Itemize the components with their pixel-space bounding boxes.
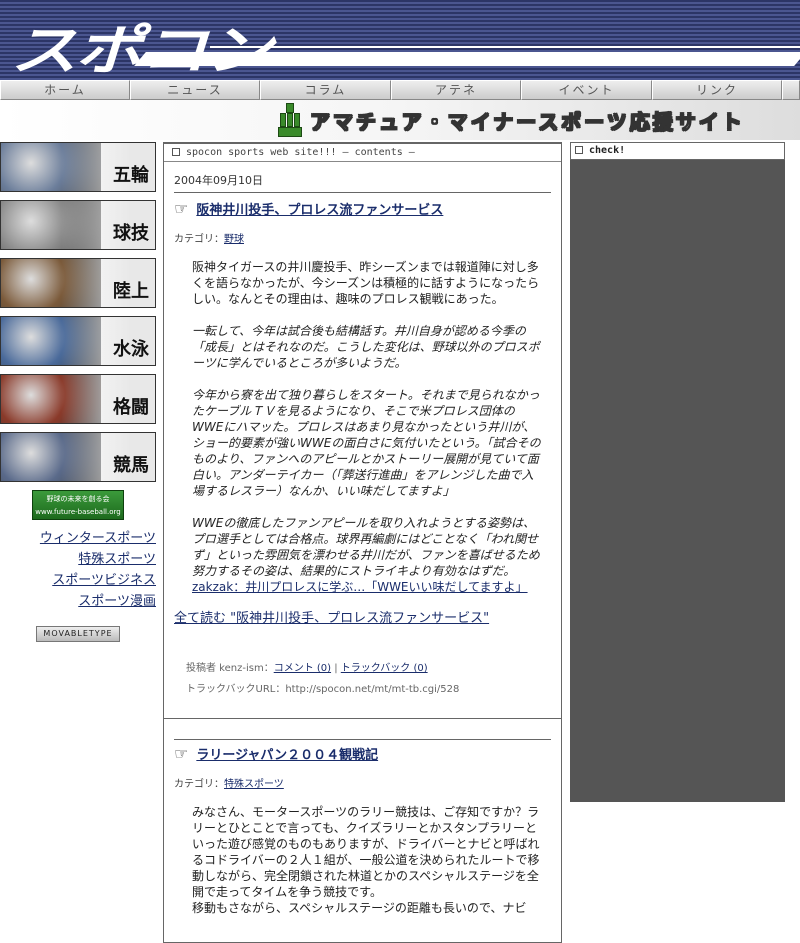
link-special-sports[interactable]: 特殊スポーツ	[0, 549, 156, 570]
entry-paragraph: 今年から寮を出て独り暮らしをスタート。それまで見られなかったケーブルＴＶを見るよ…	[192, 388, 541, 498]
sport-label: 格闘	[113, 397, 149, 418]
check-panel	[570, 160, 785, 802]
nav-home[interactable]: ホーム	[0, 80, 130, 100]
entry-meta: 投稿者 kenz-ism：コメント (0) | トラックバック (0) トラック…	[174, 658, 551, 700]
entry: 2004年09月10日 ☞ 阪神井川投手、プロレス流ファンサービス カテゴリ：野…	[164, 162, 561, 719]
nav-event[interactable]: イベント	[521, 80, 652, 100]
sport-label: 水泳	[113, 339, 149, 360]
entry-category: カテゴリ：特殊スポーツ	[174, 775, 551, 790]
entry-paragraph: WWEの徹底したファンアピールを取り入れようとする姿勢は、プロ選手としては合格点…	[192, 516, 540, 578]
entry-paragraph: 阪神タイガースの井川慶投手、昨シーズンまでは報道陣に対し多くを語らなかったが、今…	[192, 260, 540, 306]
comments-link[interactable]: コメント (0)	[274, 663, 331, 674]
entry-divider	[174, 739, 551, 740]
check-header: check!	[570, 142, 785, 160]
trackback-link[interactable]: トラックバック (0)	[341, 663, 428, 674]
check-header-text: check!	[589, 145, 626, 156]
future-baseball-banner[interactable]: 野球の未来を創る会 www.future-baseball.org	[32, 490, 124, 520]
entry-title-link[interactable]: 阪神井川投手、プロレス流ファンサービス	[196, 199, 443, 218]
sport-athletics[interactable]: 陸上	[0, 258, 156, 308]
bamboo-icon	[278, 103, 302, 137]
entry-paragraph: みなさん、モータースポーツのラリー競技は、ご存知ですか？ラリーとひとことで言って…	[192, 805, 540, 899]
sport-swimming[interactable]: 水泳	[0, 316, 156, 366]
entry-body: 阪神タイガースの井川慶投手、昨シーズンまでは報道陣に対し多くを語らなかったが、今…	[174, 259, 551, 595]
trackback-url: トラックバックURL：http://spocon.net/mt/mt-tb.cg…	[186, 684, 460, 695]
entry-paragraph: 移動もさながら、スペシャルステージの距離も長いので、ナビ	[192, 901, 527, 915]
category-links: ウィンタースポーツ 特殊スポーツ スポーツビジネス スポーツ漫画	[0, 528, 160, 612]
movabletype-badge[interactable]: MOVABLETYPE	[36, 626, 120, 642]
sport-label: 陸上	[113, 281, 149, 302]
link-winter-sports[interactable]: ウィンタースポーツ	[0, 528, 156, 549]
category-label: カテゴリ：	[174, 779, 224, 790]
entry-paragraph: 一転して、今年は試合後も結構話す。井川自身が認める今季の「成長」とはそれなのだ。…	[192, 324, 540, 370]
nav-news[interactable]: ニュース	[130, 80, 260, 100]
sport-ballgames[interactable]: 球技	[0, 200, 156, 250]
sport-horse-racing[interactable]: 競馬	[0, 432, 156, 482]
entry-title-row: ☞ ラリージャパン２００４観戦記	[174, 744, 551, 763]
nav-athens[interactable]: アテネ	[391, 80, 521, 100]
nav-end	[782, 80, 800, 100]
entry-title-link[interactable]: ラリージャパン２００４観戦記	[196, 744, 378, 763]
author-label: 投稿者 kenz-ism：	[186, 663, 274, 674]
source-link[interactable]: zakzak：井川プロレスに学ぶ…「WWEいい味だしてますよ」	[192, 579, 545, 595]
entry-category: カテゴリ：野球	[174, 230, 551, 245]
entry-date: 2004年09月10日	[174, 172, 551, 193]
sport-olympics[interactable]: 五輪	[0, 142, 156, 192]
entry-title-row: ☞ 阪神井川投手、プロレス流ファンサービス	[174, 199, 551, 218]
category-link[interactable]: 特殊スポーツ	[224, 779, 284, 790]
contents-header-text: spocon sports web site!!! — contents —	[186, 147, 415, 158]
site-tagline: アマチュア・マイナースポーツ応援サイト	[310, 110, 745, 135]
category-link[interactable]: 野球	[224, 234, 244, 245]
meta-separator: |	[331, 663, 341, 674]
read-more-link[interactable]: 全て読む "阪神井川投手、プロレス流ファンサービス"	[174, 607, 551, 626]
category-label: カテゴリ：	[174, 234, 224, 245]
sport-label: 競馬	[113, 455, 149, 476]
pointing-hand-icon: ☞	[174, 199, 189, 218]
nav-link[interactable]: リンク	[652, 80, 782, 100]
site-header: スポコン	[0, 0, 800, 80]
header-line	[210, 46, 800, 48]
sport-label: 五輪	[113, 165, 149, 186]
box-icon	[575, 146, 583, 154]
site-logo[interactable]: スポコン	[10, 6, 273, 80]
link-sports-business[interactable]: スポーツビジネス	[0, 570, 156, 591]
banner-url: www.future-baseball.org	[35, 508, 121, 516]
contents-header: spocon sports web site!!! — contents —	[164, 142, 561, 162]
entry-meta-line: 投稿者 kenz-ism：コメント (0) | トラックバック (0)	[186, 658, 551, 679]
nav-column[interactable]: コラム	[260, 80, 391, 100]
box-icon	[172, 148, 180, 156]
entry: ☞ ラリージャパン２００４観戦記 カテゴリ：特殊スポーツ みなさん、モータースポ…	[164, 719, 561, 916]
check-sidebar: check!	[570, 142, 785, 802]
sport-label: 球技	[113, 223, 149, 244]
main-content: spocon sports web site!!! — contents — 2…	[163, 142, 562, 943]
sport-martial-arts[interactable]: 格闘	[0, 374, 156, 424]
main-nav: ホーム ニュース コラム アテネ イベント リンク	[0, 80, 800, 100]
banner-title: 野球の未来を創る会	[46, 495, 110, 503]
link-sports-manga[interactable]: スポーツ漫画	[0, 591, 156, 612]
left-sidebar: 五輪 球技 陸上 水泳 格闘 競馬 野球の未来を創る会 www.future-b…	[0, 142, 160, 642]
entry-body: みなさん、モータースポーツのラリー競技は、ご存知ですか？ラリーとひとことで言って…	[174, 804, 551, 916]
pointing-hand-icon: ☞	[174, 744, 189, 763]
